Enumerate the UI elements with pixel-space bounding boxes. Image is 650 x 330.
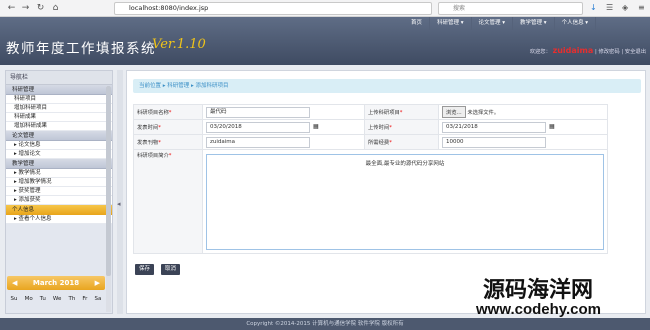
upload-label: 上传科研项目 <box>368 110 400 116</box>
download-icon[interactable]: ↓ <box>590 3 597 12</box>
top-nav: 首页 科研管理 ▾ 论文管理 ▾ 教学管理 ▾ 个人信息 ▾ <box>404 17 597 30</box>
sidebar-item-research-results[interactable]: 科研成果 <box>6 113 112 122</box>
nav-research[interactable]: 科研管理 ▾ <box>430 17 472 30</box>
watermark-url: www.codehy.com <box>476 301 602 318</box>
sidebar-item-awards[interactable]: ▸ 获奖管理 <box>6 187 112 196</box>
sidebar-group-papers[interactable]: 论文管理 <box>6 131 112 141</box>
sidebar-title: 导航栏 <box>6 71 112 85</box>
sidebar-item-add-research-result[interactable]: 增加科研成果 <box>6 122 112 131</box>
breadcrumb-item[interactable]: 科研管理 ▸ <box>167 83 194 89</box>
cancel-button[interactable]: 取消 <box>161 264 181 275</box>
breadcrumb-item: 添加科研项目 <box>195 83 229 89</box>
footer: Copyright ©2014-2015 计算机与通信学院 软件学院 版权所有 <box>0 318 650 330</box>
nav-personal[interactable]: 个人信息 ▾ <box>555 17 597 30</box>
funding-input[interactable]: 10000 <box>442 136 546 148</box>
back-icon[interactable]: ← <box>6 3 17 14</box>
weekday: We <box>52 296 62 302</box>
sidebar-collapse-handle[interactable]: ◂ <box>117 70 123 314</box>
sidebar-item-view-personal[interactable]: ▸ 查看个人信息 <box>6 215 112 224</box>
funding-label: 所需经费 <box>368 140 390 146</box>
save-button[interactable]: 保存 <box>135 264 155 275</box>
sidebar-item-add-award[interactable]: ▸ 添加获奖 <box>6 196 112 205</box>
weekday: Th <box>68 296 76 302</box>
calendar-weekdays: Su Mo Tu We Th Fr Sa <box>7 296 105 302</box>
shield-icon[interactable]: ◈ <box>622 3 628 12</box>
research-project-form: 科研项目名称* 最代码 上传科研项目* 浏览... 未选择文件。 发表时间* 0… <box>133 104 608 254</box>
name-label: 科研项目名称 <box>137 110 169 116</box>
calendar-icon[interactable]: ▦ <box>313 123 319 130</box>
weekday: Fr <box>82 296 88 302</box>
breadcrumb: 当前位置 ▸ 科研管理 ▸ 添加科研项目 <box>133 79 641 93</box>
calendar-header: ◀ March 2018 ▶ <box>7 276 105 290</box>
welcome-text: 欢迎您： <box>529 49 551 55</box>
upload-time-label: 上传时间 <box>368 125 390 131</box>
weekday: Mo <box>24 296 33 302</box>
nav-teaching[interactable]: 教学管理 ▾ <box>513 17 555 30</box>
reload-icon[interactable]: ↻ <box>35 3 46 14</box>
sidebar-item-paper-info[interactable]: ▸ 论文信息 <box>6 141 112 150</box>
sidebar-item-add-paper[interactable]: ▸ 增加论文 <box>6 150 112 159</box>
forward-icon[interactable]: → <box>20 3 31 14</box>
change-password-link[interactable]: 修改密码 <box>598 49 619 55</box>
calendar-icon[interactable]: ▦ <box>549 123 555 130</box>
publish-time-label: 发表时间 <box>137 125 159 131</box>
nav-home[interactable]: 首页 <box>404 17 431 30</box>
weekday: Sa <box>94 296 102 302</box>
upload-time-input[interactable]: 03/21/2018 <box>442 121 546 133</box>
browser-toolbar: ← → ↻ ⌂ localhost:8080/index.jsp 搜索 ↓ ☰ … <box>0 0 650 17</box>
sidebar-group-personal[interactable]: 个人信息 <box>6 205 112 215</box>
intro-textarea[interactable]: 最全面,最专业的源代码分享网站 <box>206 153 604 250</box>
app-title: 教师年度工作填报系统 <box>6 41 156 57</box>
journal-input[interactable]: zuidaima <box>206 136 310 148</box>
sidebar-item-add-research-project[interactable]: 增加科研项目 <box>6 104 112 113</box>
sidebar-item-teaching-status[interactable]: ▸ 教学情况 <box>6 169 112 178</box>
menu-icon[interactable]: ≡ <box>638 3 645 12</box>
app-header: 首页 科研管理 ▾ 论文管理 ▾ 教学管理 ▾ 个人信息 ▾ 教师年度工作填报系… <box>0 17 650 65</box>
collapse-arrow-icon[interactable]: ◂ <box>117 200 121 208</box>
browse-button[interactable]: 浏览... <box>442 106 466 118</box>
journal-label: 发表刊物 <box>137 140 159 146</box>
sidebar-item-research-projects[interactable]: 科研项目 <box>6 95 112 104</box>
app-version: Ver.1.10 <box>152 37 206 52</box>
home-icon[interactable]: ⌂ <box>50 3 61 14</box>
intro-label: 科研项目简介 <box>137 153 169 159</box>
url-bar[interactable]: localhost:8080/index.jsp <box>114 2 432 15</box>
calendar-month: March 2018 <box>32 279 80 287</box>
next-month-icon[interactable]: ▶ <box>95 276 100 290</box>
username: zuidaima <box>552 46 594 55</box>
sidebar-group-teaching[interactable]: 教学管理 <box>6 159 112 169</box>
sidebar-item-add-teaching[interactable]: ▸ 增加教学情况 <box>6 178 112 187</box>
project-name-input[interactable]: 最代码 <box>206 106 310 118</box>
calendar-widget: ◀ March 2018 ▶ Su Mo Tu We Th Fr Sa <box>7 276 105 310</box>
weekday: Su <box>10 296 18 302</box>
breadcrumb-item[interactable]: 当前位置 ▸ <box>139 83 166 89</box>
weekday: Tu <box>39 296 46 302</box>
sidebar-scrollbar[interactable] <box>106 86 111 312</box>
search-input[interactable]: 搜索 <box>438 2 583 15</box>
logout-link[interactable]: 安全退出 <box>625 49 646 55</box>
prev-month-icon[interactable]: ◀ <box>12 276 17 290</box>
publish-time-input[interactable]: 03/20/2018 <box>206 121 310 133</box>
sidebar-group-research[interactable]: 科研管理 <box>6 85 112 95</box>
library-icon[interactable]: ☰ <box>606 3 613 12</box>
user-bar: 欢迎您： zuidaima | 修改密码 | 安全退出 <box>529 46 646 55</box>
watermark-title: 源码海洋网 <box>483 278 594 303</box>
scrollbar-thumb[interactable] <box>106 86 111 276</box>
sidebar: 导航栏 科研管理 科研项目 增加科研项目 科研成果 增加科研成果 论文管理 ▸ … <box>5 70 113 314</box>
no-file-text: 未选择文件。 <box>467 110 500 116</box>
nav-papers[interactable]: 论文管理 ▾ <box>472 17 514 30</box>
